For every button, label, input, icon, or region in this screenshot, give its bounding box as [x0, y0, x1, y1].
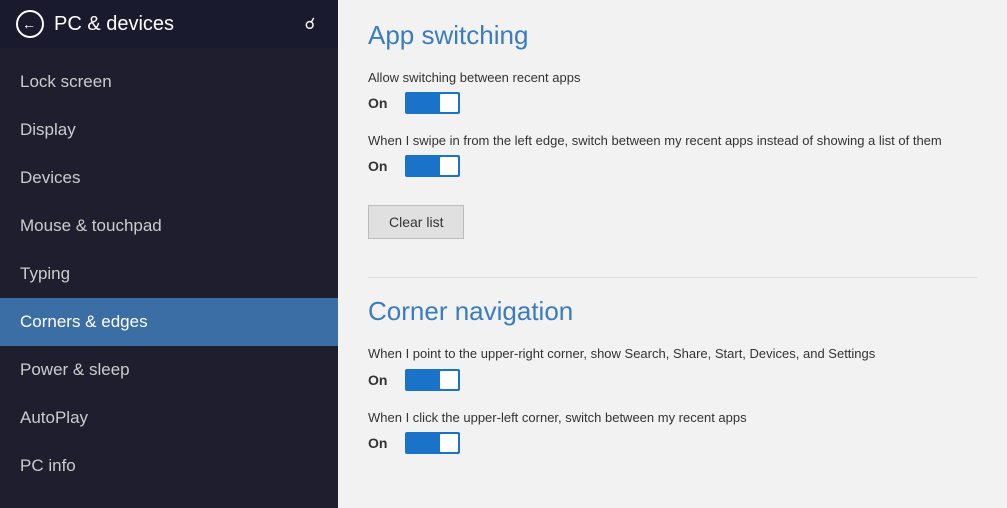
allow-switching-group: Allow switching between recent apps On: [368, 69, 977, 114]
main-content: App switching Allow switching between re…: [338, 0, 1007, 508]
back-button[interactable]: ←: [16, 10, 44, 38]
sidebar-item-corners-edges[interactable]: Corners & edges: [0, 298, 338, 346]
swipe-switching-label: When I swipe in from the left edge, swit…: [368, 132, 977, 150]
upper-right-corner-toggle-row: On: [368, 369, 977, 391]
sidebar-item-pc-info[interactable]: PC info: [0, 442, 338, 490]
swipe-switching-toggle[interactable]: [405, 155, 460, 177]
upper-left-on-label: On: [368, 435, 393, 451]
corner-navigation-section: Corner navigation When I point to the up…: [368, 296, 977, 453]
allow-switching-toggle[interactable]: [405, 92, 460, 114]
upper-left-corner-toggle[interactable]: [405, 432, 460, 454]
sidebar-item-lock-screen[interactable]: Lock screen: [0, 58, 338, 106]
upper-right-on-label: On: [368, 372, 393, 388]
sidebar-item-mouse-touchpad[interactable]: Mouse & touchpad: [0, 202, 338, 250]
upper-right-corner-label: When I point to the upper-right corner, …: [368, 345, 977, 363]
search-button[interactable]: ☌: [298, 12, 322, 36]
allow-switching-toggle-row: On: [368, 92, 977, 114]
upper-left-corner-group: When I click the upper-left corner, swit…: [368, 409, 977, 454]
upper-right-corner-toggle[interactable]: [405, 369, 460, 391]
corner-navigation-title: Corner navigation: [368, 296, 977, 327]
sidebar-item-display[interactable]: Display: [0, 106, 338, 154]
toggle-thumb: [440, 94, 458, 112]
sidebar-item-typing[interactable]: Typing: [0, 250, 338, 298]
sidebar-title: PC & devices: [54, 13, 288, 36]
search-icon: ☌: [305, 14, 316, 34]
back-arrow-icon: ←: [22, 17, 36, 31]
allow-switching-on-label: On: [368, 95, 393, 111]
app-switching-title: App switching: [368, 20, 977, 51]
clear-list-button[interactable]: Clear list: [368, 205, 464, 239]
toggle-thumb-4: [440, 434, 458, 452]
sidebar-item-devices[interactable]: Devices: [0, 154, 338, 202]
swipe-switching-group: When I swipe in from the left edge, swit…: [368, 132, 977, 177]
section-divider: [368, 277, 977, 278]
upper-left-corner-toggle-row: On: [368, 432, 977, 454]
sidebar-item-power-sleep[interactable]: Power & sleep: [0, 346, 338, 394]
sidebar: ← PC & devices ☌ Lock screenDisplayDevic…: [0, 0, 338, 508]
swipe-switching-toggle-row: On: [368, 155, 977, 177]
toggle-thumb-3: [440, 371, 458, 389]
sidebar-header: ← PC & devices ☌: [0, 0, 338, 48]
toggle-thumb-2: [440, 157, 458, 175]
upper-left-corner-label: When I click the upper-left corner, swit…: [368, 409, 977, 427]
swipe-switching-on-label: On: [368, 158, 393, 174]
app-switching-section: App switching Allow switching between re…: [368, 20, 977, 259]
sidebar-nav: Lock screenDisplayDevicesMouse & touchpa…: [0, 48, 338, 508]
upper-right-corner-group: When I point to the upper-right corner, …: [368, 345, 977, 390]
allow-switching-label: Allow switching between recent apps: [368, 69, 977, 87]
sidebar-item-autoplay[interactable]: AutoPlay: [0, 394, 338, 442]
